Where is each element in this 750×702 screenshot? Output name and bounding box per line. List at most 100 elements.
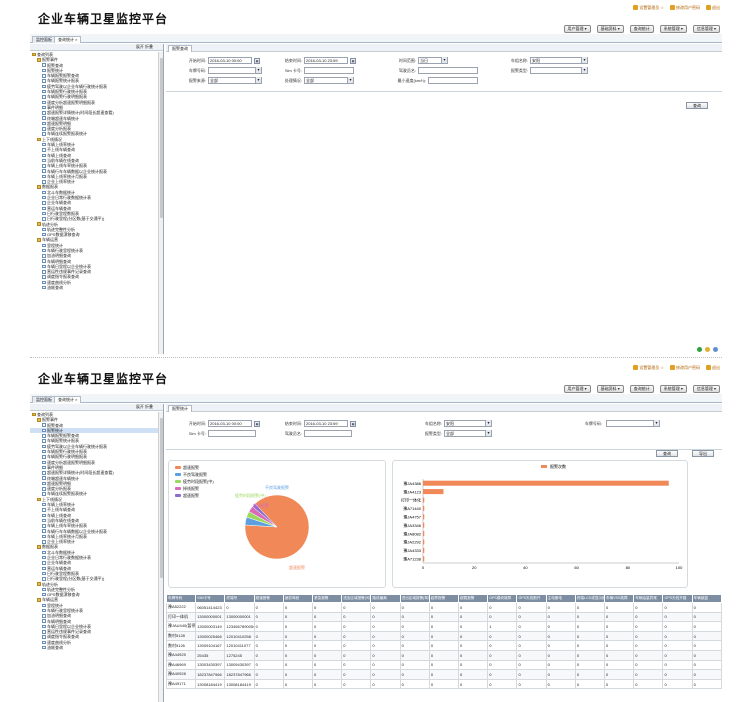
scrollbar-thumb[interactable]	[159, 58, 163, 218]
menu-system-manage[interactable]: 系统管理 ▾	[659, 25, 687, 33]
column-header[interactable]: 进出区域报警(司机)	[341, 594, 372, 603]
menu-query-stats[interactable]: 查询统计	[629, 385, 654, 393]
alarm-source-select[interactable]: 全部	[208, 77, 262, 84]
table-cell: 0	[370, 659, 401, 671]
company-select[interactable]: 安阳	[530, 57, 588, 64]
query-button[interactable]: 查询	[686, 102, 708, 109]
change-password-link[interactable]: 修改用户密码	[670, 5, 700, 11]
column-header[interactable]: 超载报警	[458, 594, 489, 603]
table-row[interactable]: 豫JAU440(暂停) 13000003149 1234567890054 0 0 0 0 0…	[166, 621, 722, 632]
table-row[interactable]: 打印一体机 13000000001 13000000001 0 0 0 0 0 0 0 0 0 0 0 0 0…	[166, 611, 722, 623]
bar[interactable]	[423, 505, 425, 511]
menu-user-manage[interactable]: 用户管理 ▾	[563, 385, 591, 393]
bar[interactable]	[423, 539, 425, 545]
logout-link[interactable]: 退出	[706, 5, 720, 11]
table-row[interactable]: 豫A46969 13003430397 13009430397 0 0 0 0 0 0 0 0 0 0 0…	[166, 659, 722, 671]
calendar-icon[interactable]: ▦	[350, 57, 356, 64]
menu-query-stats[interactable]: 查询统计	[629, 25, 654, 33]
sidebar-expand-collapse[interactable]: 展开 折叠	[30, 44, 163, 51]
calendar-icon[interactable]: ▦	[254, 57, 260, 64]
table-row[interactable]: 数村5128 13000025466 12010410258 0 0 0 0 0 0 0 0 0 0 0 0…	[166, 630, 722, 642]
logout-link[interactable]: 退出	[706, 365, 720, 371]
column-header[interactable]: 进出区域报警(驾驶员)	[399, 594, 430, 603]
company-select[interactable]: 安阳	[444, 420, 492, 427]
bar[interactable]	[423, 489, 444, 495]
menu-basic-data[interactable]: 基础资料 ▾	[596, 25, 624, 33]
column-header[interactable]: 主电断电	[545, 594, 576, 603]
end-time-input[interactable]: 2016-03-10 23:59	[304, 420, 348, 427]
driver-input[interactable]	[418, 67, 478, 74]
table-row[interactable]: 豫A49171 13008184419 13008184419 0 0 0 0 0 0 0 0 0 0 0…	[166, 678, 722, 690]
table-row[interactable]: 豫A40928 18237847966 18237847966 0 0 0 0 0 0 0 0 0 0 0…	[166, 669, 722, 680]
column-header[interactable]: GPS天线断开	[516, 594, 547, 603]
column-header[interactable]: 紧急报警	[312, 594, 343, 603]
bar[interactable]	[423, 480, 669, 486]
sidebar-scrollbar[interactable]	[158, 52, 163, 354]
table-row[interactable]: 数村5126 13009104167 12010411077 0 0 0 0 0 0 0 0 0 0 0 0…	[166, 640, 722, 651]
column-header[interactable]: 车辆VSS故障	[604, 594, 635, 603]
sidebar-expand-collapse[interactable]: 展开 折叠	[30, 404, 163, 411]
table-cell: 0	[633, 611, 664, 623]
alarm-type-select[interactable]: 全部	[444, 430, 492, 437]
admin-link[interactable]: 设置管理员 ☆	[633, 365, 664, 371]
column-header[interactable]: 车辆被盗	[691, 594, 722, 603]
menu-info-manage[interactable]: 信息管理 ▾	[692, 25, 720, 33]
driver-input[interactable]	[304, 430, 352, 437]
bar[interactable]	[423, 522, 425, 528]
tab-monitor[interactable]: 监控面板	[32, 36, 56, 43]
column-header[interactable]: 终端号	[224, 594, 255, 603]
time-range-select[interactable]: 当日	[418, 57, 448, 64]
table-row[interactable]: 豫A44925 25435 1275245 0 0 0 0 0 0 0 0 0 0 0 0 0 0 0 0	[166, 649, 722, 661]
tab-query-stats[interactable]: 查询统计 ×	[54, 396, 82, 403]
calendar-icon[interactable]: ▦	[254, 420, 260, 427]
handle-status-select[interactable]: 全部	[304, 77, 354, 84]
start-time-input[interactable]: 2016-03-10 00:00	[208, 57, 252, 64]
column-header[interactable]: 终端LCD或显示器故障	[574, 594, 606, 603]
y-category-label: 豫JA2292	[403, 539, 421, 545]
scrollbar-thumb[interactable]	[159, 418, 163, 578]
tab-alarm-stats[interactable]: 报警统计	[168, 405, 192, 412]
calendar-icon[interactable]: ▦	[350, 420, 356, 427]
plate-select[interactable]	[606, 420, 660, 427]
export-button[interactable]: 导出	[692, 450, 714, 457]
admin-link[interactable]: 设置管理员 ☆	[633, 5, 664, 11]
sidebar-scrollbar[interactable]	[158, 412, 163, 702]
bar[interactable]	[423, 514, 425, 520]
column-header[interactable]: 车牌号码	[166, 594, 197, 603]
table-cell: 豫A46969	[166, 659, 197, 671]
column-header[interactable]: 车辆油量异常	[633, 594, 664, 603]
column-header[interactable]: SIM卡号	[195, 594, 226, 603]
sim-input[interactable]	[208, 430, 256, 437]
column-header[interactable]: 超速报警	[253, 594, 284, 603]
end-time-input[interactable]: 2016-03-10 23:59	[304, 57, 348, 64]
alarm-type-select[interactable]	[530, 67, 588, 74]
min-speed-input[interactable]	[428, 77, 478, 84]
column-header[interactable]: GPS模块故障	[487, 594, 518, 603]
bar[interactable]	[423, 556, 425, 562]
folder-icon	[37, 598, 41, 602]
query-button[interactable]: 查询	[656, 450, 678, 457]
column-header[interactable]: 越界报警	[428, 594, 460, 603]
sim-input[interactable]	[304, 67, 354, 74]
menu-info-manage[interactable]: 信息管理 ▾	[692, 385, 720, 393]
plate-select[interactable]	[208, 67, 262, 74]
menu-basic-data[interactable]: 基础资料 ▾	[596, 385, 624, 393]
table-cell: 0	[428, 669, 460, 680]
menu-system-manage[interactable]: 系统管理 ▾	[659, 385, 687, 393]
tree-item[interactable]: 油耗查询	[30, 645, 158, 650]
bar[interactable]	[423, 547, 425, 553]
start-time-input[interactable]: 2016-03-10 00:00	[208, 420, 252, 427]
menu-user-manage[interactable]: 用户管理 ▾	[563, 25, 591, 33]
column-header[interactable]: 疲劳驾驶	[282, 594, 314, 603]
tree-item[interactable]: 油耗查询	[30, 285, 158, 290]
tab-query-stats[interactable]: 查询统计 ×	[54, 36, 82, 43]
table-row[interactable]: 豫A52222 06051414423 0 0 0 0 0 0 0 0 0 0 0 0 0 0 0 0 0	[166, 602, 722, 613]
change-password-link[interactable]: 修改用户密码	[670, 365, 700, 371]
bar[interactable]	[423, 531, 425, 537]
tab-alarm-query[interactable]: 报警查询	[168, 45, 192, 52]
column-header[interactable]: GPS天线开路	[662, 594, 693, 603]
column-header[interactable]: 路线偏离	[370, 594, 401, 603]
bulb-icon	[705, 347, 710, 352]
bar[interactable]	[423, 497, 425, 503]
tab-monitor[interactable]: 监控面板	[32, 396, 56, 403]
